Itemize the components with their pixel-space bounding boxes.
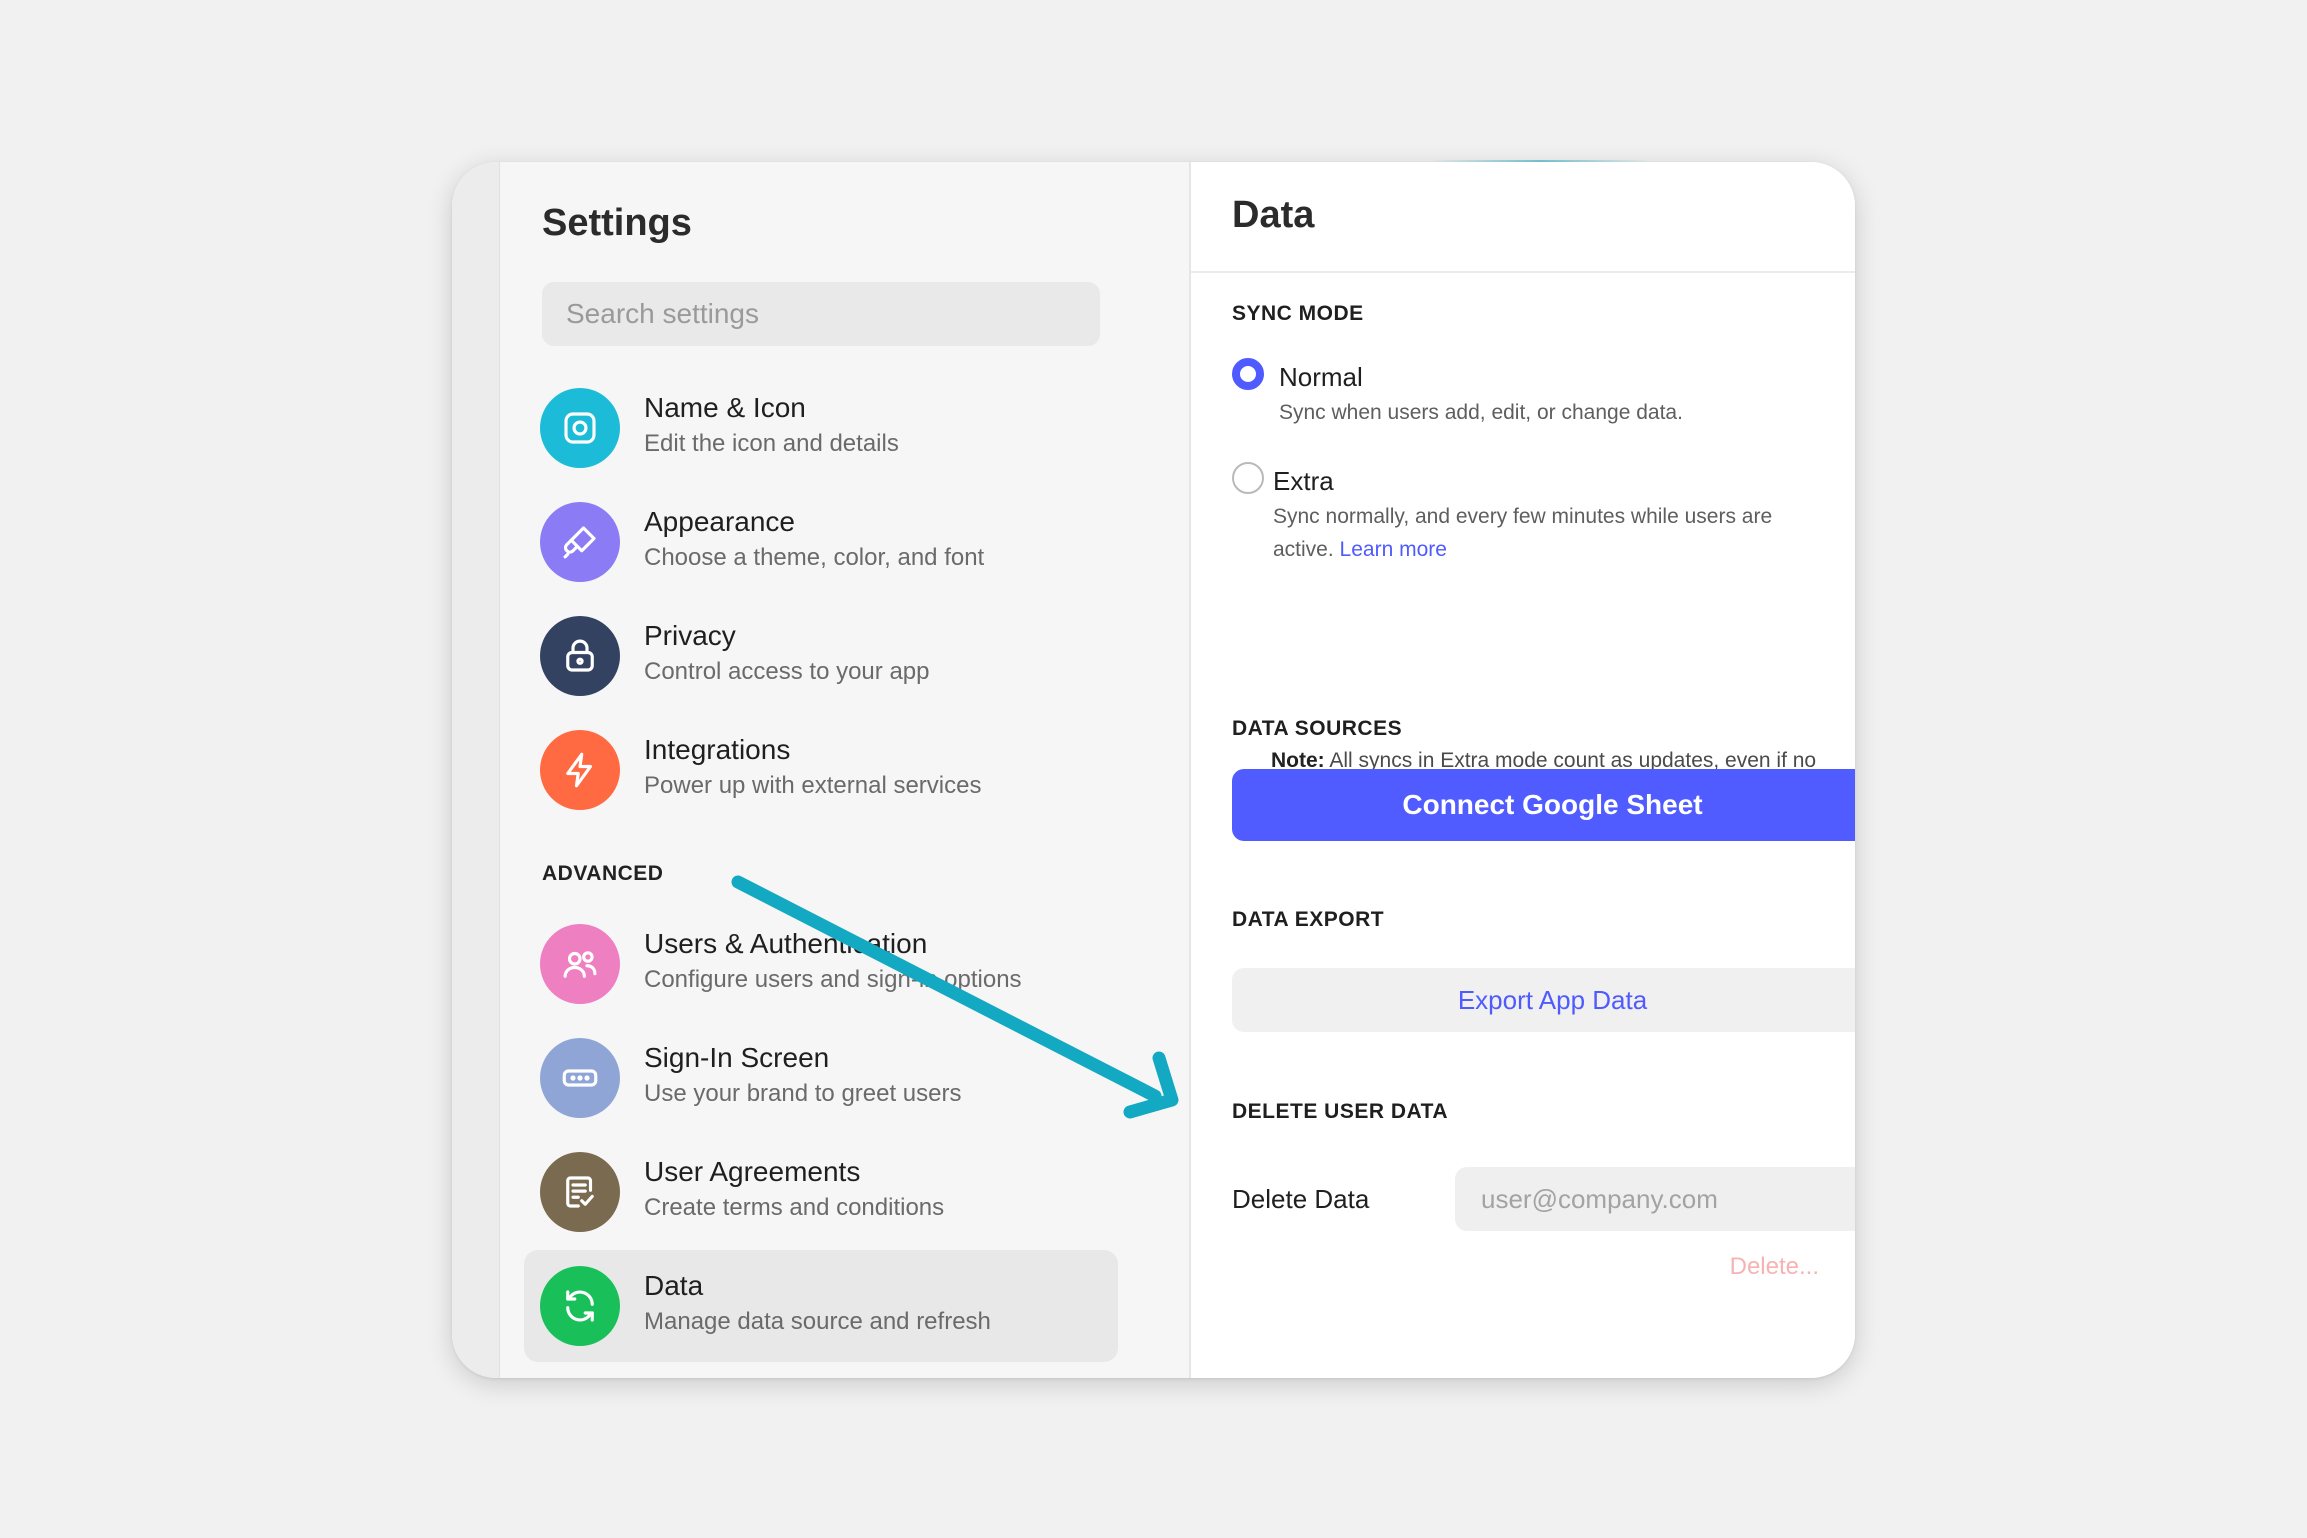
search-input[interactable] [542,282,1100,346]
sidebar-item-label: Appearance [644,506,796,537]
sidebar-item-label: Data [644,1270,704,1301]
document-check-icon [540,1152,620,1232]
sidebar-item-label: Name & Icon [644,392,806,423]
sidebar-item-label: Privacy [644,620,736,651]
sidebar-item-sign-in-screen[interactable]: Sign-In Screen Use your brand to greet u… [524,1022,1118,1134]
sync-mode-heading: SYNC MODE [1232,302,1364,325]
sidebar-item-label: Users & Authentication [644,928,928,959]
brush-icon [540,502,620,582]
advanced-section-label: ADVANCED [542,862,664,885]
sidebar-item-label: Sign-In Screen [644,1042,830,1073]
sync-normal-label[interactable]: Normal [1279,362,1363,393]
sync-extra-desc-line1: Sync normally, and every few minutes whi… [1273,505,1773,528]
sync-extra-desc-line2: active. [1273,538,1334,561]
data-export-heading: DATA EXPORT [1232,908,1385,931]
password-field-icon [540,1038,620,1118]
delete-button[interactable]: Delete... [1730,1253,1819,1281]
page-title: Data [1232,194,1315,236]
delete-user-data-heading: DELETE USER DATA [1232,1100,1449,1123]
connect-google-sheet-button[interactable]: Connect Google Sheet [1232,769,1855,841]
sync-extra-radio[interactable] [1232,462,1264,494]
settings-window: Settings Name & Icon Edit the icon and d… [452,162,1855,1378]
sidebar-item-privacy[interactable]: Privacy Control access to your app [524,600,1118,712]
sidebar-item-desc: Use your brand to greet users [644,1080,962,1107]
sidebar-item-desc: Manage data source and refresh [644,1308,991,1335]
delete-data-label: Delete Data [1232,1184,1370,1214]
sidebar-item-users-authentication[interactable]: Users & Authentication Configure users a… [524,908,1118,1020]
app-icon [540,388,620,468]
sidebar-item-desc: Edit the icon and details [644,430,899,457]
sidebar-title: Settings [542,202,692,244]
delete-data-email-input[interactable] [1455,1167,1855,1231]
sidebar-item-data[interactable]: Data Manage data source and refresh [524,1250,1118,1362]
lock-icon [540,616,620,696]
sidebar-item-desc: Power up with external services [644,772,982,799]
settings-sidebar: Settings Name & Icon Edit the icon and d… [500,162,1191,1378]
sync-extra-label[interactable]: Extra [1273,466,1334,497]
refresh-icon [540,1266,620,1346]
sidebar-item-label: User Agreements [644,1156,861,1187]
export-app-data-button[interactable]: Export App Data [1232,968,1855,1032]
data-settings-panel: Data SYNC MODE Normal Sync when users ad… [1191,162,1855,1378]
sidebar-item-desc: Choose a theme, color, and font [644,544,985,571]
data-sources-heading: DATA SOURCES [1232,717,1403,740]
sidebar-item-integrations[interactable]: Integrations Power up with external serv… [524,714,1118,826]
sidebar-item-appearance[interactable]: Appearance Choose a theme, color, and fo… [524,486,1118,598]
sidebar-item-desc: Create terms and conditions [644,1194,945,1221]
sidebar-item-name-icon[interactable]: Name & Icon Edit the icon and details [524,372,1118,484]
sidebar-item-desc: Control access to your app [644,658,930,685]
sidebar-item-user-agreements[interactable]: User Agreements Create terms and conditi… [524,1136,1118,1248]
sync-extra-desc: Sync normally, and every few minutes whi… [1273,500,1855,566]
window-left-edge [452,162,500,1378]
sync-normal-desc: Sync when users add, edit, or change dat… [1279,401,1683,424]
lightning-icon [540,730,620,810]
panel-header: Data [1191,162,1855,273]
sidebar-item-label: Integrations [644,734,791,765]
learn-more-link[interactable]: Learn more [1340,538,1447,561]
sync-normal-radio[interactable] [1232,358,1264,390]
users-icon [540,924,620,1004]
sidebar-item-desc: Configure users and sign-in options [644,966,1022,993]
